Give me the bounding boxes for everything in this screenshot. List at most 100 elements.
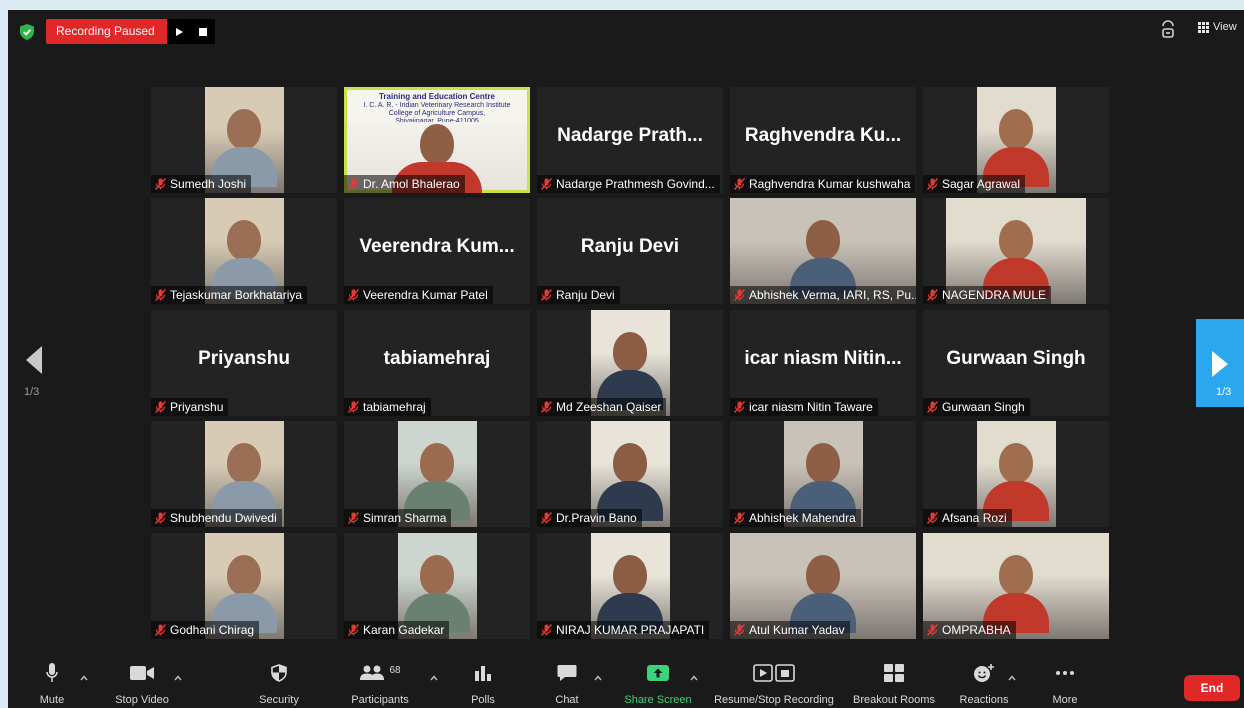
share-screen-label: Share Screen xyxy=(624,694,692,706)
participant-display-name: Raghvendra Ku... xyxy=(744,125,902,146)
mute-button[interactable]: Mute xyxy=(36,660,68,708)
stop-video-button[interactable]: Stop Video xyxy=(110,660,174,708)
participant-name: Tejaskumar Borkhatariya xyxy=(170,288,303,302)
participant-name: Nadarge Prathmesh Govind... xyxy=(556,177,715,191)
participants-button[interactable]: 68 Participants xyxy=(346,660,414,708)
chevron-up-icon[interactable] xyxy=(80,674,88,682)
chevron-up-icon[interactable] xyxy=(690,674,698,682)
participant-tile[interactable]: Godhani Chirag xyxy=(151,533,337,639)
muted-microphone-icon xyxy=(734,512,745,524)
participant-tile[interactable]: Shubhendu Dwivedi xyxy=(151,421,337,527)
participant-tile[interactable]: Ranju Devi Ranju Devi xyxy=(537,198,723,304)
participant-tile[interactable]: Atul Kumar Yadav xyxy=(730,533,916,639)
participant-tile[interactable]: NIRAJ KUMAR PRAJAPATI xyxy=(537,533,723,639)
page-indicator-left: 1/3 xyxy=(24,386,40,398)
muted-microphone-icon xyxy=(734,289,745,301)
more-dots-icon xyxy=(1056,671,1074,675)
muted-microphone-icon xyxy=(541,401,552,413)
participant-tile[interactable]: Sagar Agrawal xyxy=(923,87,1109,193)
muted-microphone-icon xyxy=(348,624,359,636)
participant-tile[interactable]: Dr.Pravin Bano xyxy=(537,421,723,527)
recording-label: Resume/Stop Recording xyxy=(714,694,834,706)
participant-tile[interactable]: Abhishek Verma, IARI, RS, Pu... xyxy=(730,198,916,304)
participant-tile[interactable]: Gurwaan Singh Gurwaan Singh xyxy=(923,310,1109,416)
polls-icon xyxy=(475,666,491,681)
participant-name: Md Zeeshan Qaiser xyxy=(556,400,662,414)
encryption-shield-icon[interactable] xyxy=(20,24,34,40)
next-page-button[interactable]: 1/3 xyxy=(1196,319,1244,407)
participant-tile[interactable]: Karan Gadekar xyxy=(344,533,530,639)
reactions-button[interactable]: Reactions xyxy=(956,660,1012,708)
participant-tile[interactable]: Raghvendra Ku... Raghvendra Kumar kushwah… xyxy=(730,87,916,193)
participant-name: Priyanshu xyxy=(170,400,224,414)
participant-name: Dr. Amol Bhalerao xyxy=(363,177,460,191)
muted-microphone-icon xyxy=(541,512,552,524)
chat-label: Chat xyxy=(555,694,579,706)
polls-button[interactable]: Polls xyxy=(466,660,500,708)
participant-tile[interactable]: icar niasm Nitin... icar niasm Nitin Tawa… xyxy=(730,310,916,416)
participant-name-label: Karan Gadekar xyxy=(344,621,450,639)
stop-recording-button[interactable] xyxy=(191,19,215,44)
participant-name-label: Simran Sharma xyxy=(344,509,452,527)
chat-button[interactable]: Chat xyxy=(552,660,582,708)
play-icon xyxy=(175,27,183,36)
muted-microphone-icon xyxy=(541,178,552,190)
participant-display-name: Gurwaan Singh xyxy=(946,348,1086,369)
participant-name: Sumedh Joshi xyxy=(170,177,247,191)
stop-video-label: Stop Video xyxy=(115,694,169,706)
muted-microphone-icon xyxy=(155,178,166,190)
participant-tile[interactable]: Afsana Rozi xyxy=(923,421,1109,527)
participant-tile[interactable]: Tejaskumar Borkhatariya xyxy=(151,198,337,304)
participant-name-label: Md Zeeshan Qaiser xyxy=(537,398,667,416)
resume-stop-recording-button[interactable]: Resume/Stop Recording xyxy=(708,660,840,708)
participant-display-name: Priyanshu xyxy=(198,348,290,369)
video-camera-icon xyxy=(130,666,154,680)
participant-tile[interactable]: Training and Education Centre I. C. A. R.… xyxy=(344,87,530,193)
meeting-info-icon[interactable] xyxy=(1160,20,1176,40)
participant-name-label: Tejaskumar Borkhatariya xyxy=(151,286,308,304)
participant-tile[interactable]: NAGENDRA MULE xyxy=(923,198,1109,304)
chevron-up-icon[interactable] xyxy=(594,674,602,682)
breakout-rooms-button[interactable]: Breakout Rooms xyxy=(848,660,940,708)
recording-status-badge: Recording Paused xyxy=(46,19,167,44)
participant-tile[interactable]: Priyanshu Priyanshu xyxy=(151,310,337,416)
banner-title: Training and Education Centre xyxy=(378,92,495,101)
participant-name-label: Raghvendra Kumar kushwaha xyxy=(730,175,916,193)
participant-tile[interactable]: Md Zeeshan Qaiser xyxy=(537,310,723,416)
institute-banner: Training and Education Centre I. C. A. R.… xyxy=(347,90,527,125)
participant-tile[interactable]: Sumedh Joshi xyxy=(151,87,337,193)
chevron-up-icon[interactable] xyxy=(1008,674,1016,682)
arrow-right-icon xyxy=(1212,351,1228,377)
participant-display-name: tabiamehraj xyxy=(383,348,491,369)
share-screen-button[interactable]: Share Screen xyxy=(620,660,696,708)
chevron-up-icon[interactable] xyxy=(174,674,182,682)
resume-recording-button[interactable] xyxy=(167,19,191,44)
view-button[interactable]: View xyxy=(1198,21,1237,33)
end-meeting-button[interactable]: End xyxy=(1184,675,1240,701)
participant-tile[interactable]: Nadarge Prath... Nadarge Prathmesh Govind… xyxy=(537,87,723,193)
participants-icon xyxy=(360,665,385,680)
participant-tile[interactable]: Abhishek Mahendra xyxy=(730,421,916,527)
shield-icon xyxy=(271,664,287,682)
previous-page-button[interactable]: 1/3 xyxy=(24,346,42,398)
mute-label: Mute xyxy=(39,694,65,706)
reactions-label: Reactions xyxy=(959,694,1009,706)
participant-display-name: Ranju Devi xyxy=(580,236,680,257)
participant-tile[interactable]: tabiamehraj tabiamehraj xyxy=(344,310,530,416)
stop-icon xyxy=(199,27,207,36)
participant-tile[interactable]: Veerendra Kum... Veerendra Kumar Patel xyxy=(344,198,530,304)
participant-tile[interactable]: Simran Sharma xyxy=(344,421,530,527)
muted-microphone-icon xyxy=(348,289,359,301)
breakout-rooms-icon xyxy=(884,664,904,682)
security-button[interactable]: Security xyxy=(256,660,302,708)
participant-name-label: Priyanshu xyxy=(151,398,229,416)
chevron-up-icon[interactable] xyxy=(430,674,438,682)
muted-microphone-icon xyxy=(155,512,166,524)
participant-name-label: Sagar Agrawal xyxy=(923,175,1026,193)
more-button[interactable]: More xyxy=(1048,660,1082,708)
share-screen-icon xyxy=(647,665,669,681)
muted-microphone-icon xyxy=(927,178,938,190)
muted-microphone-icon xyxy=(348,512,359,524)
chat-icon xyxy=(557,665,577,681)
participant-tile[interactable]: OMPRABHA xyxy=(923,533,1109,639)
